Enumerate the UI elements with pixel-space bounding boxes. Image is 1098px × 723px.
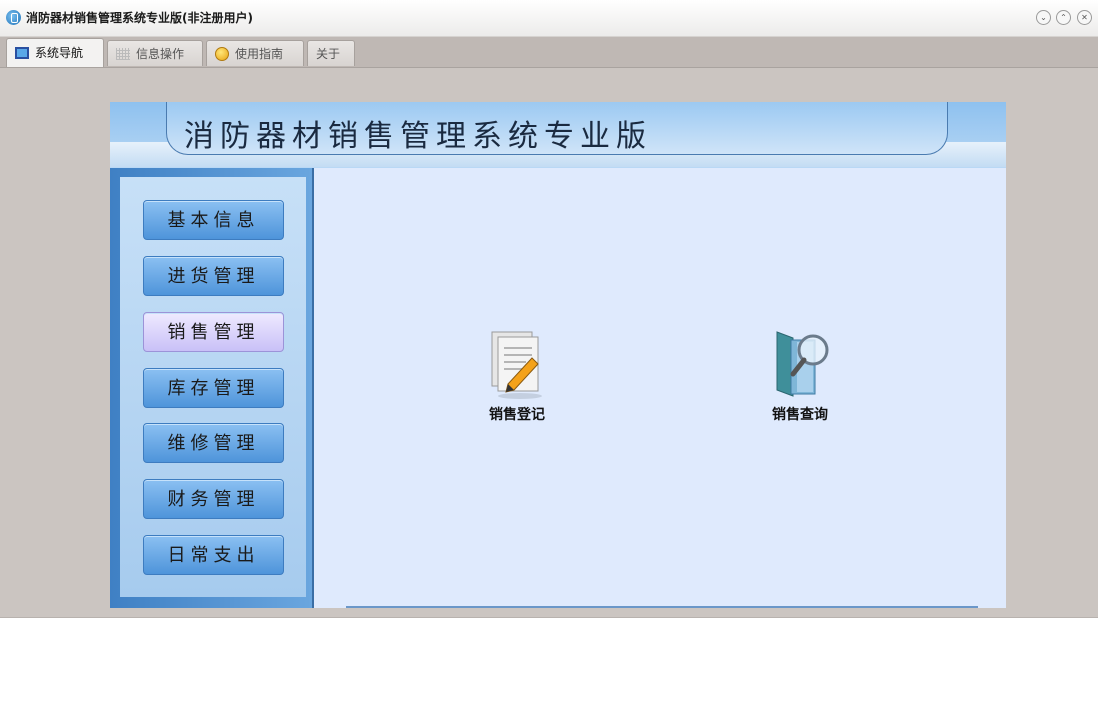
main-panel: 消防器材销售管理系统专业版 基本信息 进货管理 销售管理 库存管理 维修管理 财… [110,102,1006,608]
tab-info-ops[interactable]: 信息操作 [107,40,203,66]
app-window: 消防器材销售管理系统专业版(非注册用户) ⌄ ⌃ ✕ 系统导航 信息操作 使用指… [0,0,1098,618]
document-edit-icon [484,328,550,400]
close-icon[interactable]: ✕ [1077,10,1092,25]
feature-label: 销售登记 [489,407,545,423]
tab-label: 信息操作 [136,47,185,61]
window-title: 消防器材销售管理系统专业版(非注册用户) [26,11,253,25]
nav-purchase-button[interactable]: 进货管理 [143,256,284,296]
banner: 消防器材销售管理系统专业版 [110,102,1006,170]
app-logo-icon [6,10,21,25]
tab-system-nav[interactable]: 系统导航 [6,38,104,67]
nav-repair-button[interactable]: 维修管理 [143,423,284,463]
tab-about[interactable]: 关于 [307,40,355,66]
tab-label: 使用指南 [235,47,284,61]
tab-user-guide[interactable]: 使用指南 [206,40,304,66]
nav-basic-info-button[interactable]: 基本信息 [143,200,284,240]
sales-register-feature[interactable]: 销售登记 [457,328,577,424]
search-folder-icon [767,328,833,400]
content-bottom-border [346,606,978,608]
tab-label: 关于 [316,47,341,61]
grid-icon [116,47,130,60]
banner-title: 消防器材销售管理系统专业版 [184,119,652,154]
left-nav: 基本信息 进货管理 销售管理 库存管理 维修管理 财务管理 日常支出 [110,168,312,608]
restore-icon[interactable]: ⌃ [1056,10,1071,25]
tab-label: 系统导航 [35,46,84,60]
nav-daily-expense-button[interactable]: 日常支出 [143,535,284,575]
minimize-icon[interactable]: ⌄ [1036,10,1051,25]
sales-query-feature[interactable]: 销售查询 [740,328,860,424]
nav-sales-button[interactable]: 销售管理 [143,312,284,352]
nav-inventory-button[interactable]: 库存管理 [143,368,284,408]
tab-bar: 系统导航 信息操作 使用指南 关于 [0,37,1098,68]
help-icon [215,46,229,61]
nav-finance-button[interactable]: 财务管理 [143,479,284,519]
nav-icon [15,46,29,59]
content-area: 销售登记 销售查询 [312,168,1006,608]
feature-label: 销售查询 [772,407,828,423]
title-bar: 消防器材销售管理系统专业版(非注册用户) ⌄ ⌃ ✕ [0,0,1098,37]
